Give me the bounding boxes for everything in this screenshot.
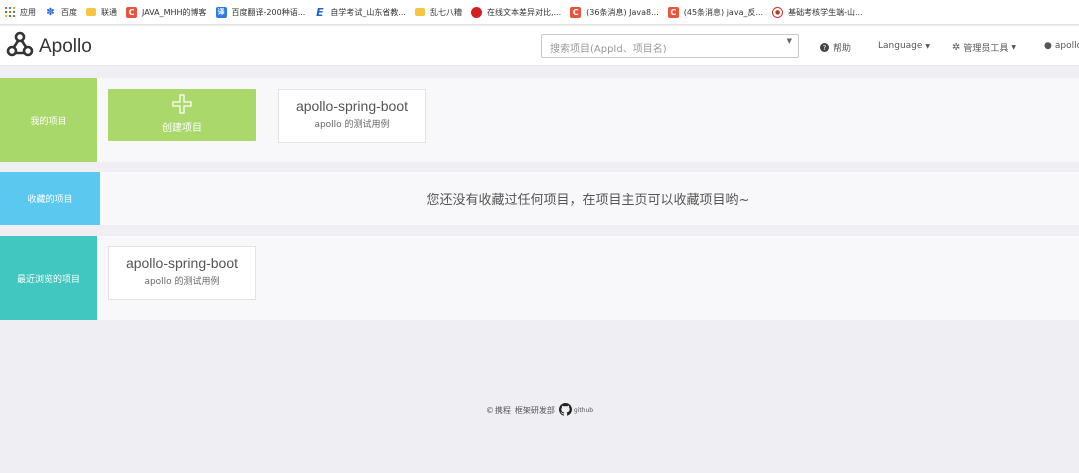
baidu-paw-icon: ✽ (46, 6, 55, 18)
translate-icon: 译 (215, 6, 227, 18)
bookmark-label: 百度翻译-200种语... (231, 7, 306, 17)
favorites-empty-message: 您还没有收藏过任何项目，在项目主页可以收藏项目哟~ (426, 193, 750, 208)
bookmark-label: 联通 (101, 7, 117, 17)
e-logo-icon: E (316, 5, 324, 19)
caret-down-icon: ▼ (1011, 44, 1017, 51)
bookmark-apps[interactable]: 应用 (2, 2, 42, 22)
language-dropdown[interactable]: Language ▼ (878, 41, 930, 51)
csdn-c-icon: C (667, 6, 679, 18)
bookmark-label: (45条消息) java_反... (683, 7, 764, 17)
footer-company: 携程 (494, 406, 511, 415)
bookmark-label: JAVA_MHH的博客 (142, 7, 207, 17)
footer-team: 框架研发部 (514, 406, 555, 415)
project-name: apollo-spring-boot (295, 98, 409, 114)
my-projects-section: 我的项目 创建项目 apollo-spring-boot apollo 的测试用… (0, 78, 1079, 162)
admin-tools-dropdown[interactable]: ✲ 管理员工具 ▼ (952, 41, 1016, 54)
project-card[interactable]: apollo-spring-boot apollo 的测试用例 (278, 89, 426, 143)
gear-icon: ✲ (952, 42, 961, 53)
bookmark-java-reflect[interactable]: C (45条消息) java_反... (665, 2, 769, 22)
recent-projects-label: 最近浏览的项目 (0, 236, 97, 320)
csdn-c-icon: C (570, 6, 582, 18)
caret-down-icon: ▼ (925, 42, 931, 50)
favorites-section: 收藏的项目 您还没有收藏过任何项目，在项目主页可以收藏项目哟~ (0, 172, 1079, 225)
brand-logo[interactable]: Apollo (4, 29, 92, 65)
help-link[interactable]: ? 帮助 (820, 41, 851, 54)
admin-tools-label: 管理员工具 (963, 44, 1009, 54)
help-label: 帮助 (833, 44, 852, 54)
create-project-label: 创建项目 (162, 123, 202, 134)
project-card[interactable]: apollo-spring-boot apollo 的测试用例 (108, 246, 256, 300)
bookmark-label: 乱七八糟 (429, 7, 462, 17)
project-description: apollo 的测试用例 (144, 277, 220, 287)
search-placeholder: 搜索项目(AppId、项目名) (550, 44, 667, 55)
seal-icon: ● (772, 6, 784, 18)
my-projects-label: 我的项目 (0, 78, 97, 162)
project-name: apollo-spring-boot (125, 255, 239, 271)
bookmark-label: 应用 (20, 7, 36, 17)
bookmark-baidu-translate[interactable]: 译 百度翻译-200种语... (213, 2, 312, 22)
recent-projects-section: 最近浏览的项目 apollo-spring-boot apollo 的测试用例 (0, 236, 1079, 320)
top-navbar: Apollo 搜索项目(AppId、项目名) ▼ ? 帮助 Language ▼… (0, 26, 1079, 66)
bookmark-label: 百度 (61, 7, 77, 17)
bookmark-label: 自学考试_山东省教... (330, 7, 406, 17)
bookmark-misc[interactable]: 乱七八糟 (412, 2, 468, 22)
github-icon[interactable] (558, 403, 572, 418)
project-description: apollo 的测试用例 (314, 120, 390, 130)
folder-icon (86, 8, 96, 16)
chevron-down-icon: ▼ (786, 37, 792, 45)
language-label: Language (878, 41, 923, 51)
copyright-icon: © (485, 406, 494, 415)
project-search-select[interactable]: 搜索项目(AppId、项目名) ▼ (541, 34, 799, 58)
bookmark-java8[interactable]: C (36条消息) Java8... (567, 2, 665, 22)
csdn-c-icon: C (126, 6, 137, 18)
user-menu[interactable]: ● apollo (1044, 41, 1079, 51)
bookmark-label: (36条消息) Java8... (586, 7, 659, 17)
footer: © 携程 框架研发部 github (0, 403, 1079, 418)
github-label[interactable]: github (574, 407, 593, 414)
apps-grid-icon (5, 7, 15, 17)
plus-icon (172, 94, 192, 118)
bookmark-baidu[interactable]: ✽ 百度 (42, 2, 83, 22)
folder-icon (414, 8, 425, 16)
bookmark-label: 基础考核学生端-山... (788, 7, 863, 17)
create-project-button[interactable]: 创建项目 (108, 89, 256, 141)
bookmark-liantong[interactable]: 联通 (83, 2, 123, 22)
user-name: apollo (1054, 41, 1079, 51)
bookmark-java-blog[interactable]: C JAVA_MHH的博客 (123, 2, 213, 22)
bookmark-exam[interactable]: E 自学考试_山东省教... (311, 2, 412, 22)
bookmarks-bar: 应用 ✽ 百度 联通 C JAVA_MHH的博客 译 百度翻译-200种语...… (0, 0, 1079, 25)
brand-name: Apollo (39, 36, 92, 57)
user-icon: ● (1044, 41, 1052, 51)
question-circle-icon: ? (820, 43, 829, 52)
apollo-logo-icon (4, 29, 36, 65)
bookmark-diff[interactable]: 在线文本差异对比,... (468, 2, 567, 22)
favorites-label: 收藏的项目 (0, 172, 100, 225)
bookmark-student[interactable]: ● 基础考核学生端-山... (769, 2, 869, 22)
bookmark-label: 在线文本差异对比,... (486, 7, 562, 17)
diff-icon (470, 6, 482, 18)
